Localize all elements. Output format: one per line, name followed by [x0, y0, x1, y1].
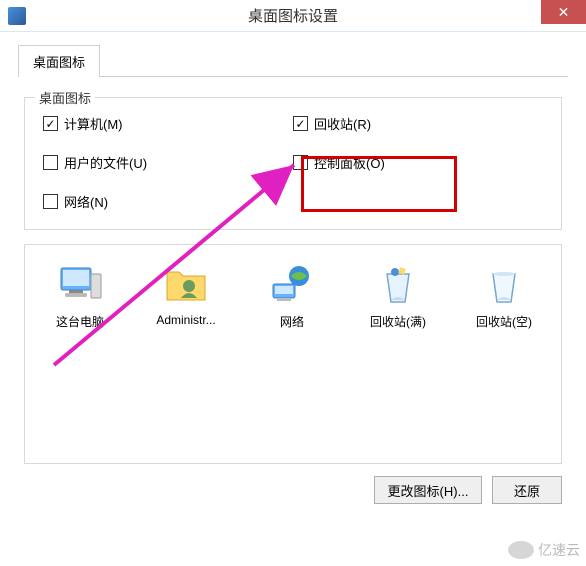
network-icon [267, 263, 317, 307]
preview-item-network[interactable]: 网络 [245, 259, 339, 334]
preview-label: 回收站(满) [370, 313, 426, 330]
group-desktop-icons: 桌面图标 ✓ 计算机(M) ✓ 回收站(R) 用户的文件(U) 控制面板(O) [24, 97, 562, 230]
checkbox-computer[interactable]: ✓ 计算机(M) [43, 114, 293, 133]
checkbox-label: 计算机(M) [64, 114, 123, 133]
checkbox-grid: ✓ 计算机(M) ✓ 回收站(R) 用户的文件(U) 控制面板(O) [43, 114, 543, 211]
checkbox-recycle-bin[interactable]: ✓ 回收站(R) [293, 114, 543, 133]
folder-user-icon [161, 263, 211, 307]
preview-label: 回收站(空) [476, 313, 532, 330]
button-label: 更改图标(H)... [388, 481, 469, 500]
content-area: 桌面图标 桌面图标 ✓ 计算机(M) ✓ 回收站(R) 用户的文件(U) [0, 32, 586, 514]
icon-row: 这台电脑 Administr... [33, 259, 553, 334]
tab-label: 桌面图标 [33, 55, 85, 70]
computer-icon [55, 263, 105, 307]
window-title: 桌面图标设置 [0, 5, 586, 26]
watermark-text: 亿速云 [538, 540, 580, 560]
checkbox-network[interactable]: 网络(N) [43, 192, 293, 211]
close-icon: ✕ [558, 4, 570, 21]
checkbox-label: 控制面板(O) [314, 153, 385, 172]
check-icon: ✓ [295, 118, 305, 130]
button-row: 更改图标(H)... 还原 [18, 476, 568, 504]
preview-item-this-pc[interactable]: 这台电脑 [33, 259, 127, 334]
button-label: 还原 [514, 481, 540, 500]
restore-defaults-button[interactable]: 还原 [492, 476, 562, 504]
checkbox-box [293, 155, 308, 170]
change-icon-button[interactable]: 更改图标(H)... [374, 476, 482, 504]
preview-item-recycle-full[interactable]: 回收站(满) [351, 259, 445, 334]
cloud-icon [508, 541, 534, 559]
preview-label: Administr... [156, 313, 215, 327]
check-icon: ✓ [45, 118, 55, 130]
checkbox-box [43, 194, 58, 209]
checkbox-label: 网络(N) [64, 192, 108, 211]
tab-panel: 桌面图标 ✓ 计算机(M) ✓ 回收站(R) 用户的文件(U) 控制面板(O) [18, 77, 568, 504]
tab-strip: 桌面图标 [18, 44, 568, 77]
recycle-full-icon [373, 263, 423, 307]
watermark: 亿速云 [508, 540, 580, 560]
checkbox-control-panel[interactable]: 控制面板(O) [293, 153, 543, 172]
close-button[interactable]: ✕ [541, 0, 586, 24]
checkbox-label: 用户的文件(U) [64, 153, 147, 172]
recycle-empty-icon [479, 263, 529, 307]
checkbox-box: ✓ [293, 116, 308, 131]
preview-label: 这台电脑 [56, 313, 104, 330]
preview-item-user[interactable]: Administr... [139, 259, 233, 334]
tab-desktop-icons[interactable]: 桌面图标 [18, 45, 100, 77]
checkbox-user-files[interactable]: 用户的文件(U) [43, 153, 293, 172]
title-bar: 桌面图标设置 ✕ [0, 0, 586, 32]
group-legend: 桌面图标 [35, 88, 95, 107]
preview-item-recycle-empty[interactable]: 回收站(空) [457, 259, 551, 334]
checkbox-label: 回收站(R) [314, 114, 371, 133]
checkbox-box: ✓ [43, 116, 58, 131]
icons-preview-panel: 这台电脑 Administr... [24, 244, 562, 464]
app-icon [8, 7, 26, 25]
checkbox-box [43, 155, 58, 170]
preview-label: 网络 [280, 313, 304, 330]
